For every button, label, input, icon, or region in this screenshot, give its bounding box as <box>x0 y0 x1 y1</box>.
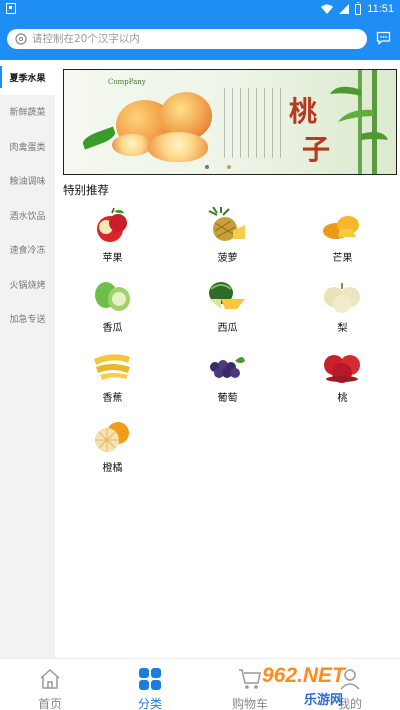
tab-cart[interactable]: 购物车 <box>200 659 300 710</box>
category-icon <box>139 668 161 690</box>
pear-icon <box>324 283 360 313</box>
grape-icon <box>210 357 245 378</box>
cart-icon <box>239 669 261 689</box>
search-icon <box>15 33 27 45</box>
peach-half-image <box>112 134 152 156</box>
tab-home[interactable]: 首页 <box>0 659 100 710</box>
tab-category[interactable]: 分类 <box>100 659 200 710</box>
status-bar: 11:51 <box>0 0 400 18</box>
sidebar-item-label: 肉禽蛋类 <box>9 142 46 153</box>
wifi-icon <box>321 4 334 14</box>
battery-icon <box>355 1 362 15</box>
section-title: 特别推荐 <box>63 183 109 197</box>
user-icon <box>340 669 360 690</box>
sidebar-item-drinks[interactable]: 酒水饮品 <box>0 198 55 233</box>
mango-icon <box>323 216 359 239</box>
product-label: 梨 <box>337 323 348 334</box>
product-item[interactable]: 芒果 <box>285 202 400 272</box>
sidebar-item-label: 火锅烧烤 <box>9 280 46 291</box>
product-item[interactable]: 橙橘 <box>55 412 170 482</box>
category-content: CompPany 桃 子 特别推荐 苹果 菠萝 芒果 香瓜 西瓜 梨 香蕉 葡萄… <box>55 60 400 658</box>
apple-icon <box>97 207 127 242</box>
tab-profile[interactable]: 我的 <box>300 659 400 710</box>
product-label: 香蕉 <box>102 393 123 404</box>
product-item[interactable]: 香瓜 <box>55 272 170 342</box>
sidebar-item-hotpot-bbq[interactable]: 火锅烧烤 <box>0 267 55 302</box>
tab-label: 购物车 <box>231 697 268 710</box>
promo-banner[interactable]: CompPany 桃 子 <box>63 69 397 175</box>
product-item[interactable]: 苹果 <box>55 202 170 272</box>
search-box[interactable] <box>7 29 367 49</box>
pineapple-icon <box>208 207 245 241</box>
product-label: 葡萄 <box>217 393 238 404</box>
sidebar-item-label: 粮油调味 <box>9 177 46 188</box>
status-right: 11:51 <box>321 1 394 17</box>
sidebar-item-summer-fruit[interactable]: 夏季水果 <box>0 60 55 95</box>
tab-label: 我的 <box>337 697 362 710</box>
product-item[interactable]: 桃 <box>285 342 400 412</box>
home-icon <box>40 668 60 689</box>
status-time: 11:51 <box>367 3 394 15</box>
product-item[interactable]: 西瓜 <box>170 272 285 342</box>
message-icon[interactable] <box>376 31 391 45</box>
header <box>0 18 400 60</box>
tab-label: 分类 <box>137 697 162 710</box>
product-label: 苹果 <box>102 253 123 264</box>
bamboo-decoration <box>330 70 388 174</box>
banner-indicator[interactable] <box>205 165 209 169</box>
banner-logo: CompPany <box>108 78 146 86</box>
product-label: 橙橘 <box>102 463 123 474</box>
banana-icon <box>94 354 130 380</box>
category-sidebar: 夏季水果 新鲜蔬菜 肉禽蛋类 粮油调味 酒水饮品 速食冷冻 火锅烧烤 加急专送 <box>0 60 55 658</box>
product-label: 桃 <box>337 393 348 404</box>
peach-half-image <box>148 132 208 162</box>
banner-indicator[interactable] <box>227 165 231 169</box>
sidebar-item-label: 速食冷冻 <box>9 246 46 257</box>
product-label: 香瓜 <box>102 323 123 334</box>
search-input[interactable] <box>32 33 352 45</box>
peach-icon <box>324 355 360 383</box>
sidebar-item-frozen[interactable]: 速食冷冻 <box>0 233 55 268</box>
product-label: 菠萝 <box>217 253 238 264</box>
sidebar-item-label: 夏季水果 <box>9 73 46 84</box>
signal-icon <box>339 4 350 14</box>
notification-icon <box>6 3 16 14</box>
poem-decoration <box>224 88 284 158</box>
product-label: 西瓜 <box>217 323 238 334</box>
sidebar-item-label: 酒水饮品 <box>9 211 46 222</box>
sidebar-item-meat-eggs[interactable]: 肉禽蛋类 <box>0 129 55 164</box>
product-label: 芒果 <box>332 253 353 264</box>
sidebar-item-label: 新鲜蔬菜 <box>9 108 46 119</box>
banner-title-char: 子 <box>302 133 331 166</box>
bottom-tab-bar: 首页 分类 购物车 我的 <box>0 658 400 710</box>
sidebar-item-vegetables[interactable]: 新鲜蔬菜 <box>0 95 55 130</box>
product-item[interactable]: 梨 <box>285 272 400 342</box>
sidebar-item-grain-oil[interactable]: 粮油调味 <box>0 164 55 199</box>
banner-title-char: 桃 <box>289 95 318 128</box>
watermelon-icon <box>209 282 245 309</box>
sidebar-item-label: 加急专送 <box>9 315 46 326</box>
orange-icon <box>95 422 129 452</box>
melon-icon <box>95 282 130 311</box>
product-item[interactable]: 葡萄 <box>170 342 285 412</box>
product-item[interactable]: 菠萝 <box>170 202 285 272</box>
tab-label: 首页 <box>37 697 62 710</box>
product-item[interactable]: 香蕉 <box>55 342 170 412</box>
sidebar-item-express[interactable]: 加急专送 <box>0 302 55 337</box>
